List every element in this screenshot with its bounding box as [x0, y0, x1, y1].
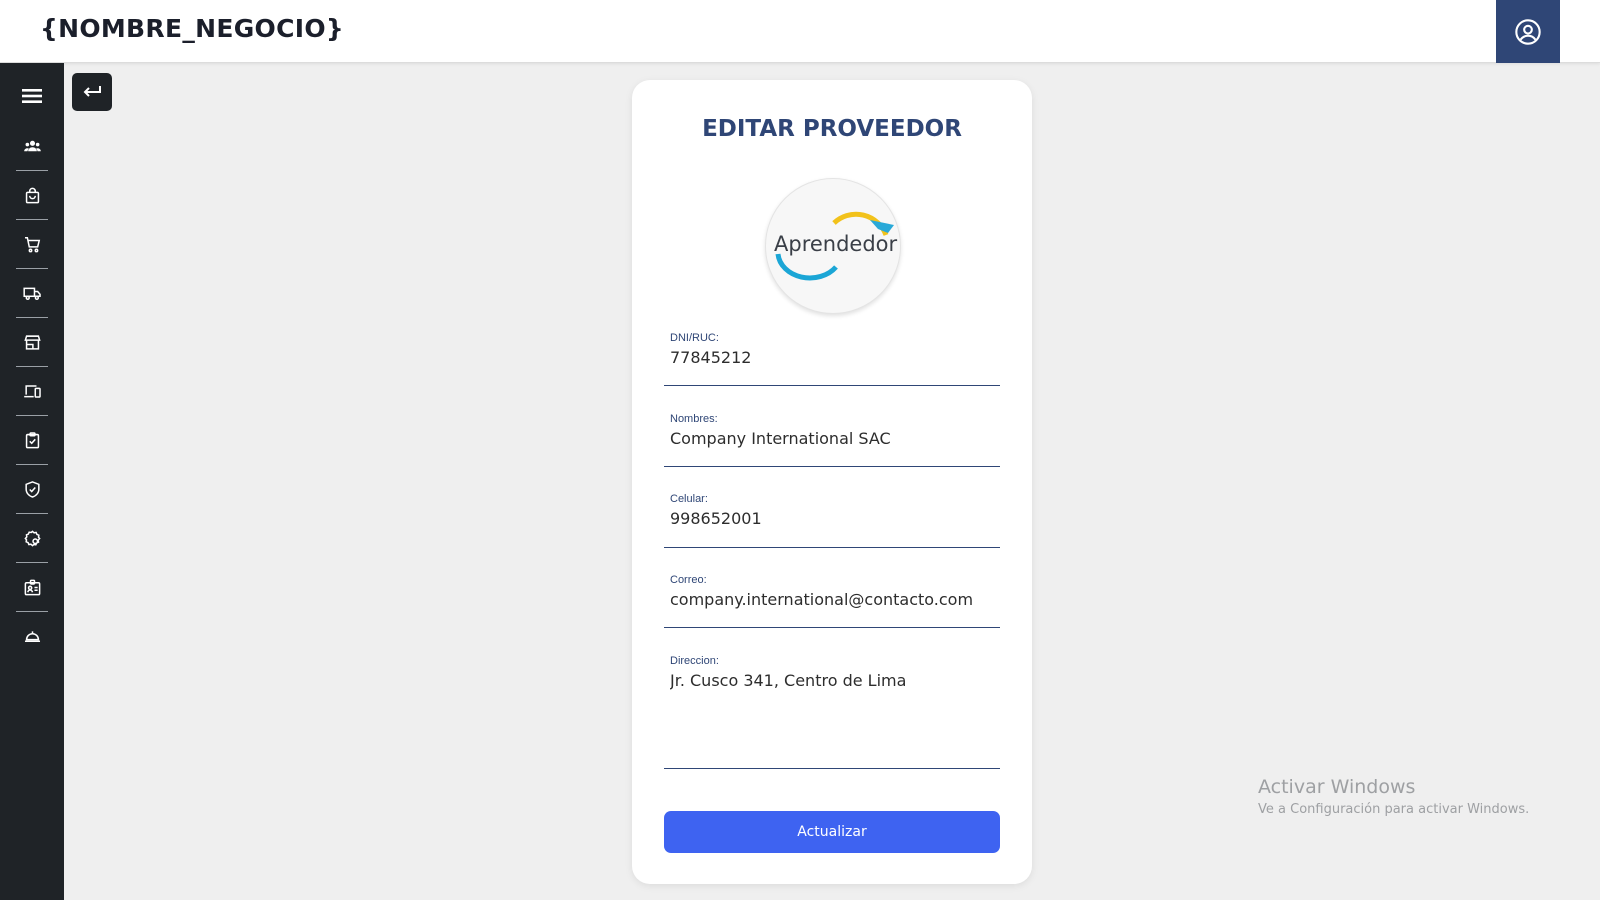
actualizar-button[interactable]: Actualizar: [664, 811, 1000, 853]
sidebar-divider: [16, 317, 48, 318]
nombres-input[interactable]: [670, 429, 994, 448]
aprendedor-logo-icon: Aprendedor: [774, 211, 898, 281]
users-icon: [23, 140, 41, 151]
nombres-field: Nombres:: [664, 405, 1000, 467]
page-title: EDITAR PROVEEDOR: [702, 116, 962, 142]
watermark-subtitle: Ve a Configuración para activar Windows.: [1258, 802, 1530, 817]
menu-toggle-button[interactable]: [0, 78, 64, 114]
dni-ruc-label: DNI/RUC:: [670, 332, 719, 344]
brand-name: {NOMBRE_NEGOCIO}: [40, 14, 345, 43]
svg-text:Aprendedor: Aprendedor: [774, 232, 898, 256]
clipboard-check-icon: [25, 431, 39, 448]
sidebar-divider: [16, 415, 48, 416]
dni-ruc-field: DNI/RUC:: [664, 324, 1000, 386]
devices-icon: [23, 384, 41, 398]
shopping-cart-icon: [24, 236, 40, 252]
id-card-icon: [24, 579, 40, 595]
correo-field: Correo:: [664, 566, 1000, 628]
sidebar-item-inventario[interactable]: [16, 418, 48, 462]
sidebar-divider: [16, 562, 48, 563]
shield-check-icon: [24, 480, 40, 498]
shopping-bag-icon: [25, 187, 39, 203]
hamburger-icon: [22, 89, 42, 103]
sidebar-divider: [16, 513, 48, 514]
sidebar-item-tienda[interactable]: [16, 320, 48, 364]
direccion-field: Direccion: Jr. Cusco 341, Centro de Lima: [664, 647, 1000, 769]
user-account-button[interactable]: [1496, 0, 1560, 63]
nombres-label: Nombres:: [670, 413, 718, 425]
watermark-title: Activar Windows: [1258, 776, 1416, 798]
truck-icon: [22, 287, 41, 300]
sidebar-item-proveedores[interactable]: [16, 271, 48, 315]
sidebar-divider: [16, 611, 48, 612]
sidebar-item-ventas[interactable]: [16, 222, 48, 266]
correo-input[interactable]: [670, 590, 994, 609]
sidebar-divider: [16, 366, 48, 367]
sidebar-divider: [16, 464, 48, 465]
edit-supplier-card: EDITAR PROVEEDOR Aprendedor DNI/RUC: Nom…: [632, 80, 1032, 884]
sidebar-item-empleados[interactable]: [16, 565, 48, 609]
dni-ruc-input[interactable]: [670, 348, 994, 367]
sidebar-divider: [16, 268, 48, 269]
celular-field: Celular:: [664, 485, 1000, 548]
store-icon: [23, 334, 41, 350]
direccion-label: Direccion:: [670, 655, 719, 667]
sidebar-item-seguridad[interactable]: [16, 467, 48, 511]
windows-activation-watermark: Activar Windows Ve a Configuración para …: [1258, 776, 1529, 817]
direccion-textarea[interactable]: Jr. Cusco 341, Centro de Lima: [670, 671, 994, 751]
sidebar-divider: [16, 219, 48, 220]
correo-label: Correo:: [670, 574, 707, 586]
celular-label: Celular:: [670, 493, 708, 505]
sidebar-item-configuracion[interactable]: [16, 516, 48, 560]
user-circle-icon: [1515, 18, 1541, 45]
sidebar-item-clientes[interactable]: [16, 124, 48, 168]
return-arrow-icon: [83, 86, 101, 97]
badge-settings-icon: [23, 529, 41, 547]
sidebar-item-servicios[interactable]: [16, 614, 48, 658]
sidebar-divider: [16, 170, 48, 171]
sidebar-item-productos[interactable]: [16, 173, 48, 217]
room-service-icon: [24, 630, 40, 642]
sidebar-item-dispositivos[interactable]: [16, 369, 48, 413]
celular-input[interactable]: [670, 509, 994, 528]
top-bar: {NOMBRE_NEGOCIO}: [0, 0, 1600, 63]
back-button[interactable]: [72, 73, 112, 111]
supplier-logo[interactable]: Aprendedor: [765, 178, 901, 314]
